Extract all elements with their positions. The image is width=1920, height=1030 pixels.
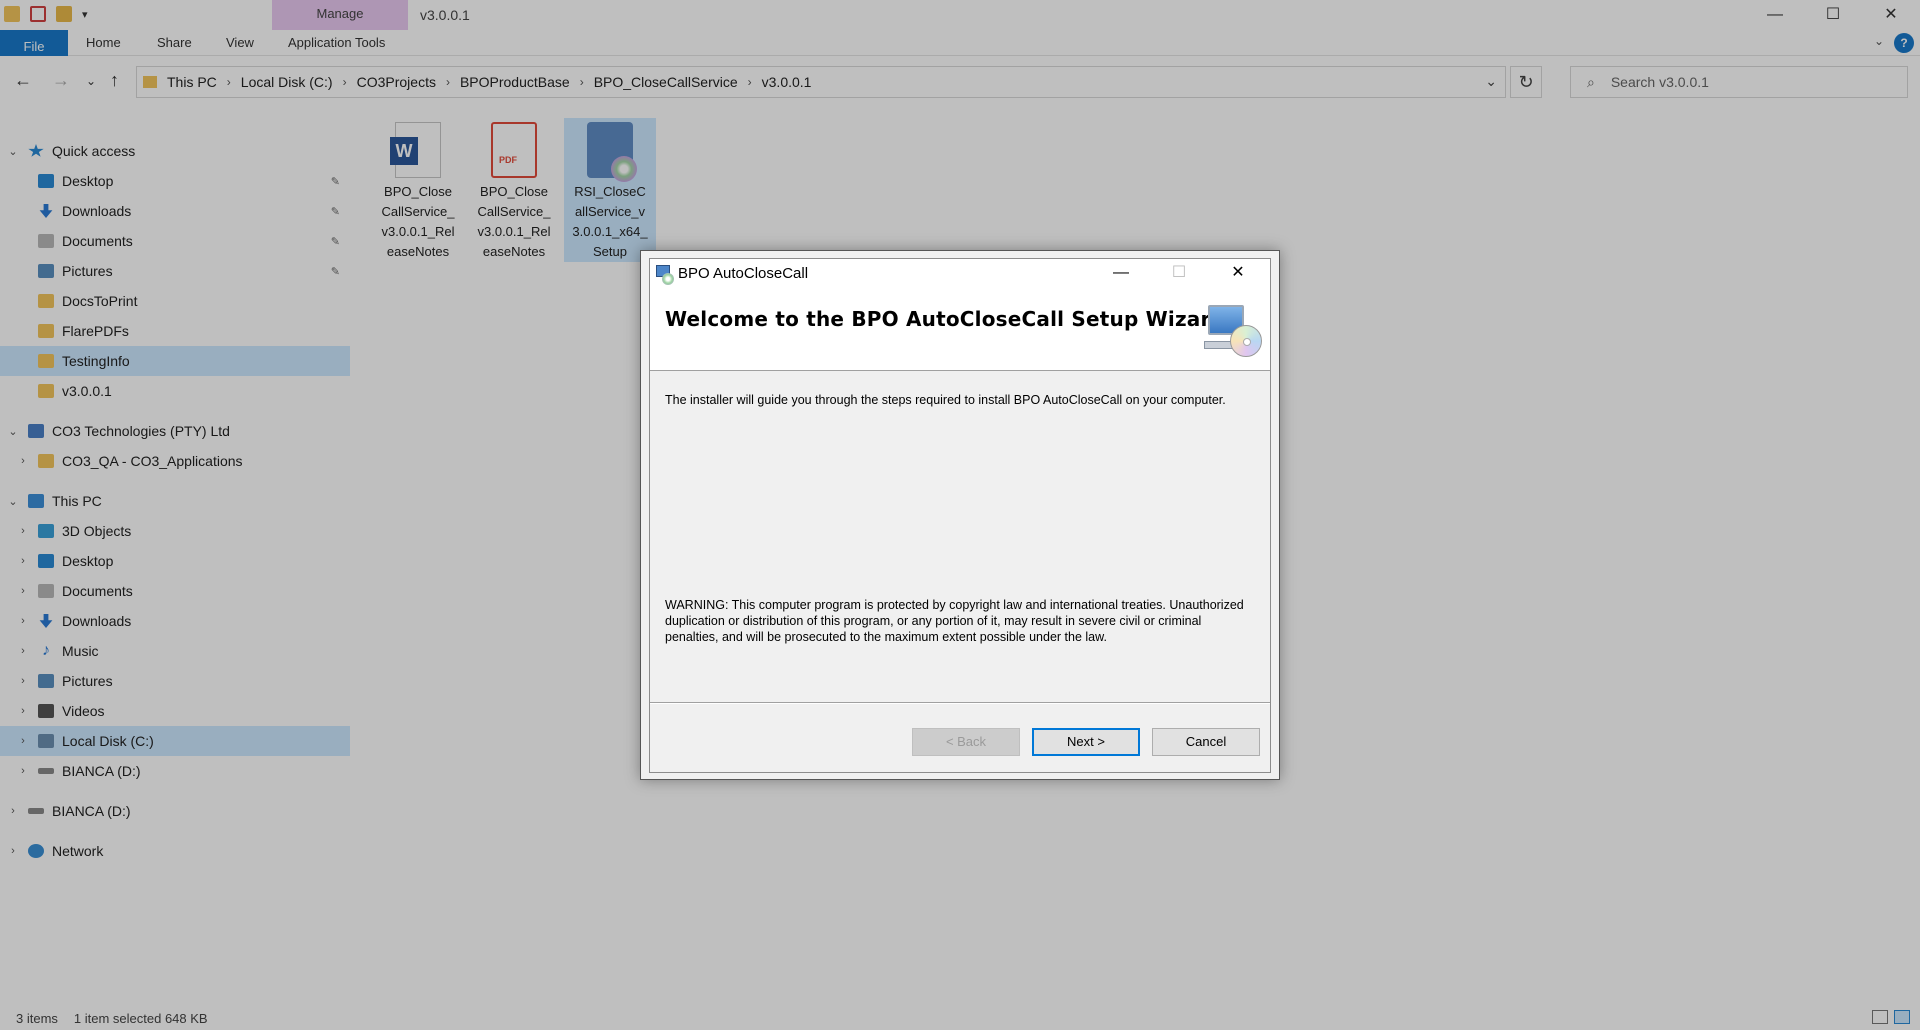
wizard-intro-text: The installer will guide you through the… xyxy=(665,393,1226,407)
dialog-divider xyxy=(650,702,1270,704)
setup-dialog-frame: BPO AutoCloseCall — ☐ ✕ Welcome to the B… xyxy=(640,250,1280,780)
wizard-banner: Welcome to the BPO AutoCloseCall Setup W… xyxy=(650,289,1270,371)
dialog-title: BPO AutoCloseCall xyxy=(678,265,809,282)
installer-app-icon xyxy=(654,265,674,285)
dialog-titlebar[interactable]: BPO AutoCloseCall — ☐ ✕ xyxy=(650,259,1270,289)
wizard-heading: Welcome to the BPO AutoCloseCall Setup W… xyxy=(665,307,1226,331)
cancel-button[interactable]: Cancel xyxy=(1152,728,1260,756)
setup-wizard-dialog: BPO AutoCloseCall — ☐ ✕ Welcome to the B… xyxy=(649,258,1271,773)
wizard-body: The installer will guide you through the… xyxy=(650,372,1270,702)
back-button: < Back xyxy=(912,728,1020,756)
dialog-minimize-button[interactable]: — xyxy=(1092,259,1150,289)
dialog-maximize-button: ☐ xyxy=(1171,264,1187,281)
dialog-close-button[interactable]: ✕ xyxy=(1209,259,1267,289)
computer-cd-icon xyxy=(1204,303,1262,357)
next-button[interactable]: Next > xyxy=(1032,728,1140,756)
copyright-warning-text: WARNING: This computer program is protec… xyxy=(665,598,1244,644)
